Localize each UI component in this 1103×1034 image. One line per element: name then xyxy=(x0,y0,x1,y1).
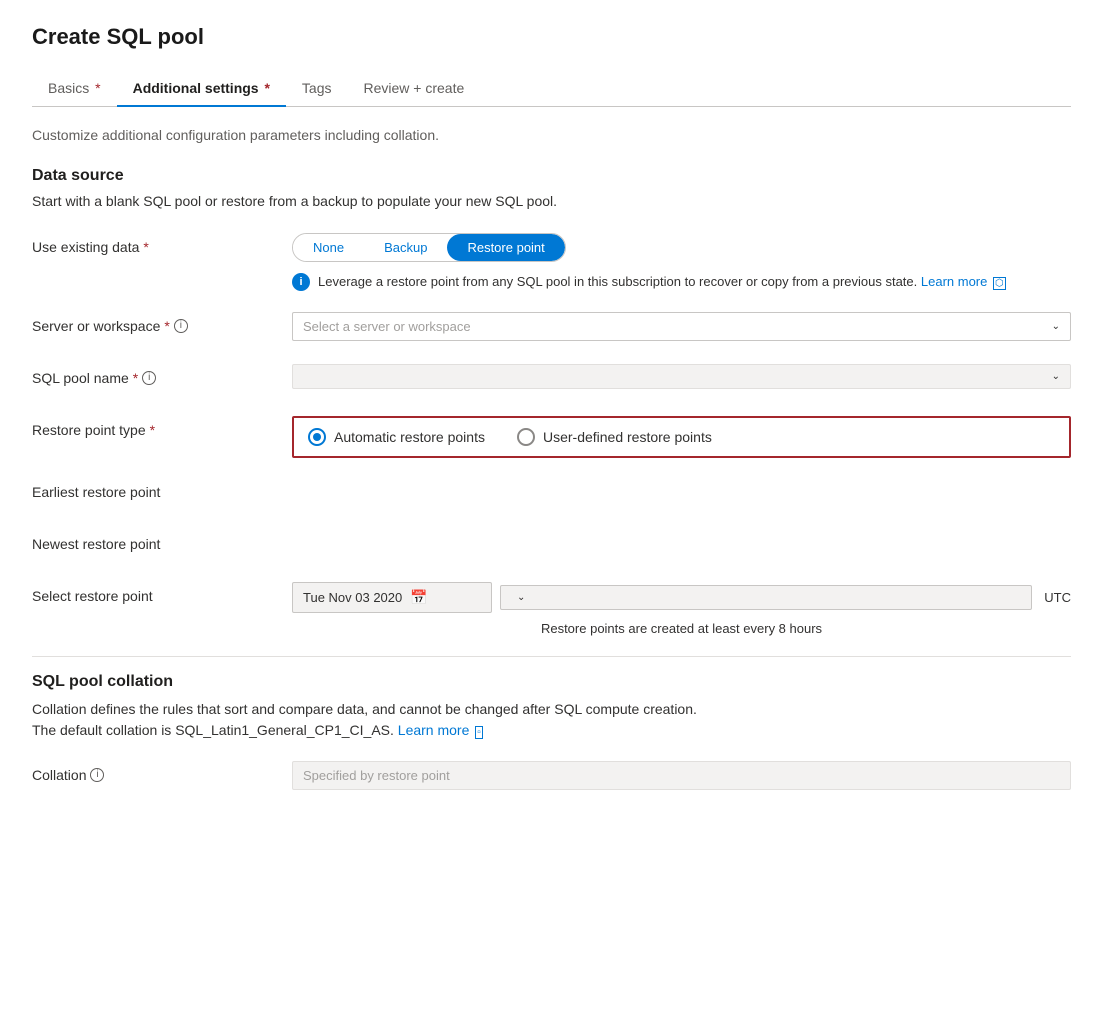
radio-automatic-circle xyxy=(308,428,326,446)
restore-point-type-radio-group: Automatic restore points User-defined re… xyxy=(292,416,1071,458)
chevron-down-icon-2: ⌄ xyxy=(1052,371,1060,382)
data-source-title: Data source xyxy=(32,167,1071,185)
radio-user-defined[interactable]: User-defined restore points xyxy=(517,428,712,446)
toggle-group: None Backup Restore point xyxy=(292,233,566,262)
date-input[interactable]: Tue Nov 03 2020 📅 xyxy=(292,582,492,613)
toggle-restore-point[interactable]: Restore point xyxy=(447,234,564,261)
tab-review-create[interactable]: Review + create xyxy=(348,70,481,106)
collation-row: Collation i Specified by restore point xyxy=(32,761,1071,793)
external-link-icon: ⬡ xyxy=(993,277,1006,290)
collation-control: Specified by restore point xyxy=(292,761,1071,790)
sql-pool-name-control: ⌄ xyxy=(292,364,1071,389)
toggle-none[interactable]: None xyxy=(293,234,364,261)
restore-point-type-control: Automatic restore points User-defined re… xyxy=(292,416,1071,458)
server-info-icon[interactable]: i xyxy=(174,319,188,333)
data-source-section: Data source Start with a blank SQL pool … xyxy=(32,167,1071,636)
restore-hint: Restore points are created at least ever… xyxy=(292,621,1071,636)
use-existing-label: Use existing data * xyxy=(32,233,292,255)
earliest-restore-label: Earliest restore point xyxy=(32,478,292,500)
select-restore-control: Tue Nov 03 2020 📅 ⌄ UTC Restore points a… xyxy=(292,582,1071,636)
earliest-restore-point-row: Earliest restore point xyxy=(32,478,1071,510)
toggle-backup[interactable]: Backup xyxy=(364,234,447,261)
select-restore-point-row: Select restore point Tue Nov 03 2020 📅 ⌄… xyxy=(32,582,1071,636)
chevron-down-icon: ⌄ xyxy=(1052,321,1060,332)
server-workspace-select[interactable]: Select a server or workspace ⌄ xyxy=(292,312,1071,341)
radio-user-defined-circle xyxy=(517,428,535,446)
chevron-down-icon-time: ⌄ xyxy=(517,592,525,603)
sql-pool-name-row: SQL pool name * i ⌄ xyxy=(32,364,1071,396)
server-workspace-label: Server or workspace * i xyxy=(32,312,292,334)
section-divider xyxy=(32,656,1071,657)
tab-tags[interactable]: Tags xyxy=(286,70,348,106)
sql-pool-name-select[interactable]: ⌄ xyxy=(292,364,1071,389)
collation-label: Collation i xyxy=(32,761,292,783)
newest-restore-point-row: Newest restore point xyxy=(32,530,1071,562)
collation-learn-more-link[interactable]: Learn more ▫ xyxy=(398,722,483,738)
restore-point-type-label: Restore point type * xyxy=(32,416,292,438)
collation-section-title: SQL pool collation xyxy=(32,673,1071,691)
utc-label: UTC xyxy=(1044,590,1071,605)
subtitle: Customize additional configuration param… xyxy=(32,127,1071,143)
learn-more-link[interactable]: Learn more ⬡ xyxy=(921,274,1006,289)
restore-point-type-row: Restore point type * Automatic restore p… xyxy=(32,416,1071,458)
time-select[interactable]: ⌄ xyxy=(500,585,1032,610)
restore-info-text: Leverage a restore point from any SQL po… xyxy=(318,272,1006,292)
collation-info-icon[interactable]: i xyxy=(90,768,104,782)
tab-bar: Basics * Additional settings * Tags Revi… xyxy=(32,70,1071,107)
restore-info-box: i Leverage a restore point from any SQL … xyxy=(292,272,1071,292)
select-restore-label: Select restore point xyxy=(32,582,292,604)
data-source-desc: Start with a blank SQL pool or restore f… xyxy=(32,193,1071,209)
sql-collation-section: SQL pool collation Collation defines the… xyxy=(32,673,1071,793)
use-existing-control: None Backup Restore point i Leverage a r… xyxy=(292,233,1071,292)
server-workspace-row: Server or workspace * i Select a server … xyxy=(32,312,1071,344)
use-existing-data-row: Use existing data * None Backup Restore … xyxy=(32,233,1071,292)
server-workspace-control: Select a server or workspace ⌄ xyxy=(292,312,1071,341)
collation-desc: Collation defines the rules that sort an… xyxy=(32,699,1071,741)
external-link-icon-2: ▫ xyxy=(475,726,483,739)
page-title: Create SQL pool xyxy=(32,24,1071,50)
info-icon: i xyxy=(292,273,310,291)
calendar-icon: 📅 xyxy=(410,589,427,606)
tab-basics[interactable]: Basics * xyxy=(32,70,117,106)
collation-select[interactable]: Specified by restore point xyxy=(292,761,1071,790)
sql-pool-info-icon[interactable]: i xyxy=(142,371,156,385)
newest-restore-label: Newest restore point xyxy=(32,530,292,552)
sql-pool-name-label: SQL pool name * i xyxy=(32,364,292,386)
radio-automatic[interactable]: Automatic restore points xyxy=(308,428,485,446)
tab-additional-settings[interactable]: Additional settings * xyxy=(117,70,286,106)
